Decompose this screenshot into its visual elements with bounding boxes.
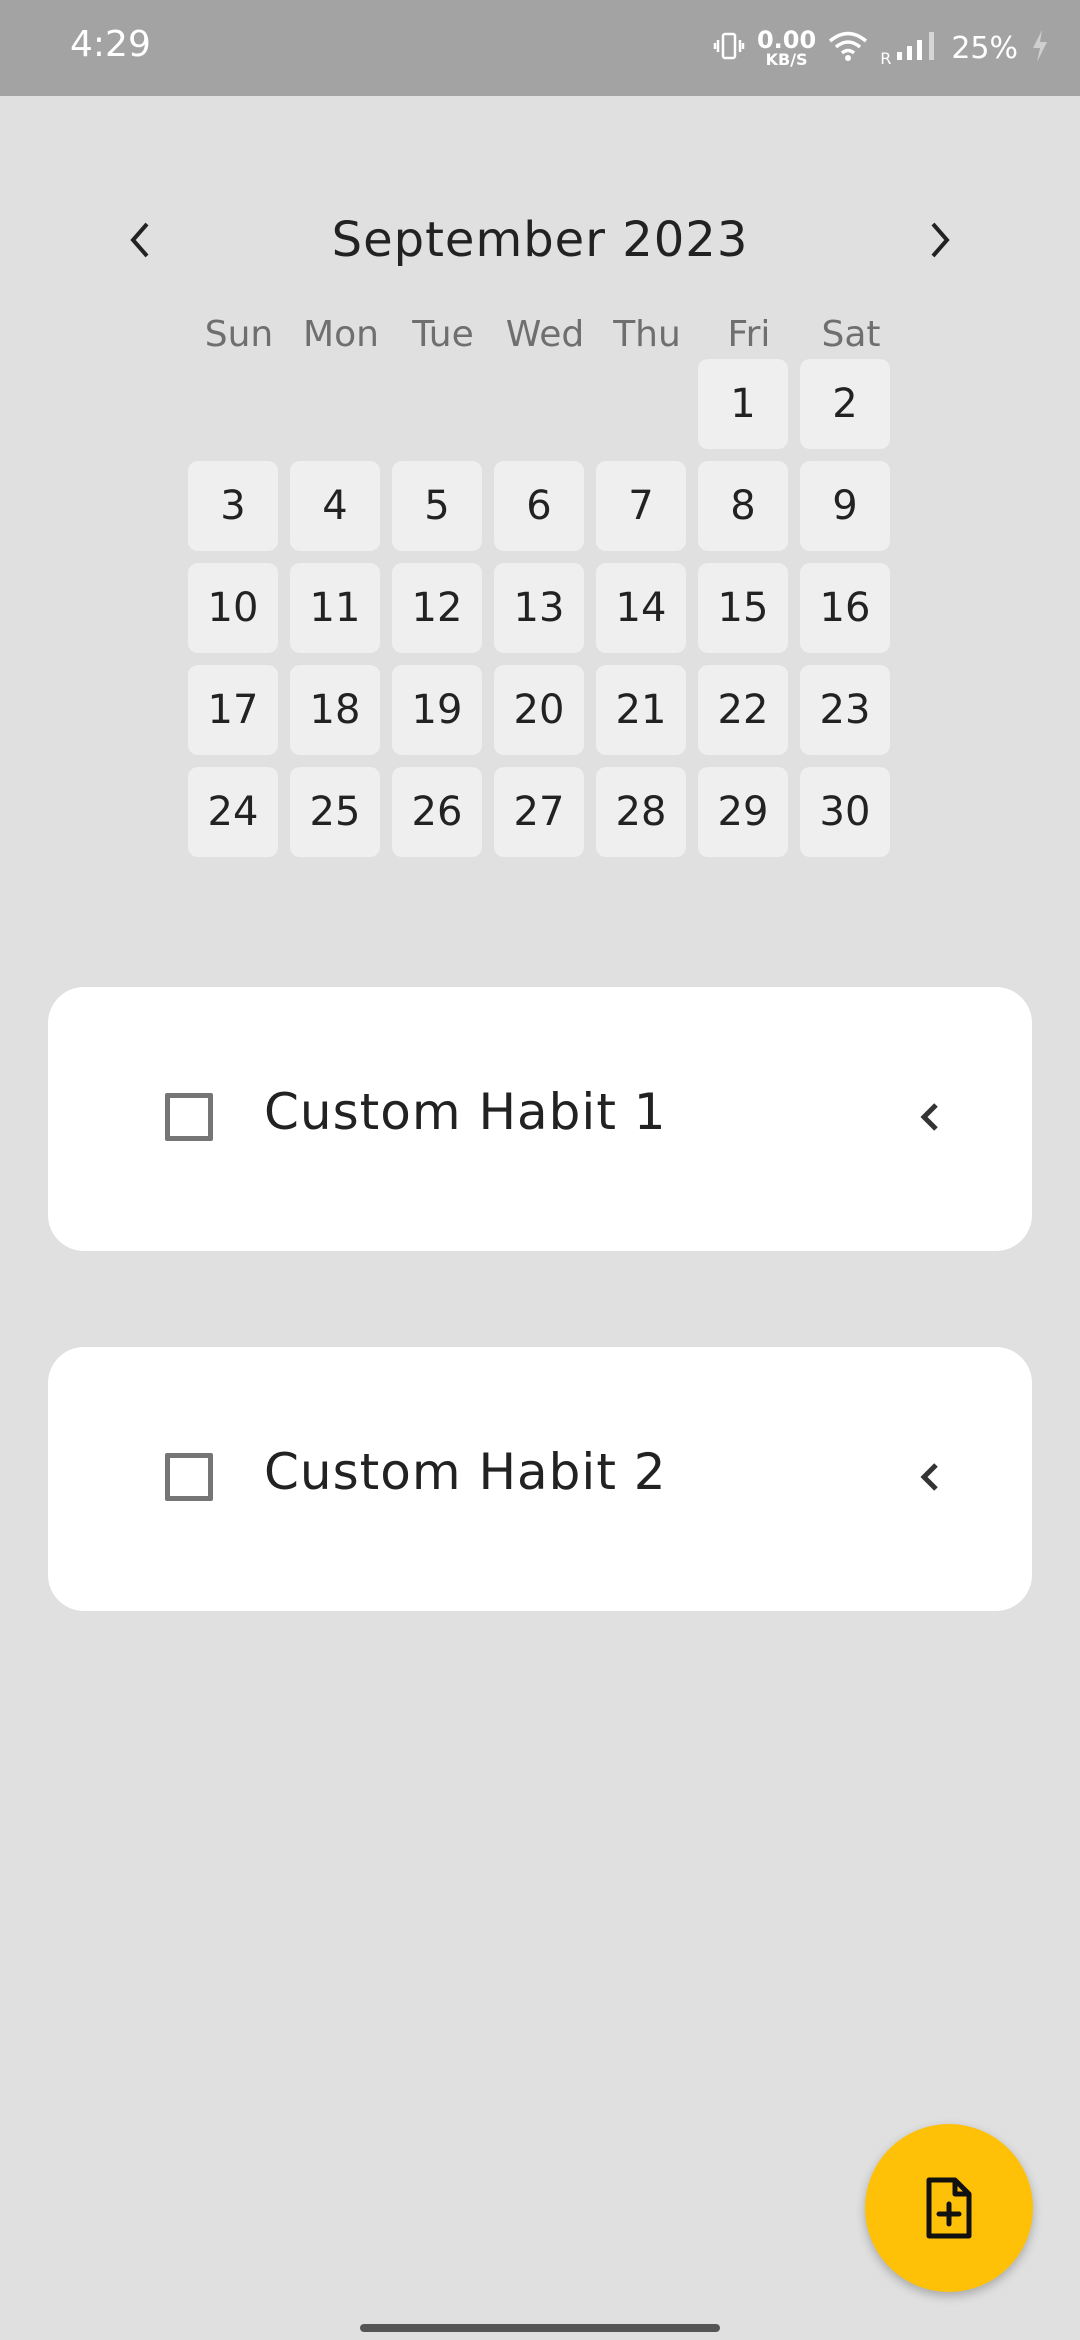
weekday-label: Thu [613,314,681,355]
day-cell[interactable]: 19 [392,665,482,755]
weekday-label: Tue [412,314,474,355]
weekday-label: Sun [204,314,274,355]
charging-icon [1030,28,1050,68]
gesture-navigation-bar[interactable] [360,2324,720,2332]
day-cell[interactable]: 18 [290,665,380,755]
day-cell[interactable]: 30 [800,767,890,857]
chevron-left-icon [920,1463,938,1491]
battery-percentage: 25% [951,30,1018,66]
day-cell[interactable]: 23 [800,665,890,755]
weekday-label: Mon [303,314,379,355]
network-speed: 0.00 KB/S [757,28,816,68]
empty-day-cell [290,359,380,449]
day-cell[interactable]: 26 [392,767,482,857]
weekday-label: Sat [821,314,881,355]
habit-checkbox[interactable] [165,1453,213,1501]
day-cell[interactable]: 14 [596,563,686,653]
day-cell[interactable]: 7 [596,461,686,551]
day-cell[interactable]: 24 [188,767,278,857]
day-cell[interactable]: 4 [290,461,380,551]
day-cell[interactable]: 28 [596,767,686,857]
weekday-label: Fri [727,314,771,355]
day-cell[interactable]: 2 [800,359,890,449]
signal-icon [895,30,939,66]
network-speed-value: 0.00 [756,26,817,54]
day-cell[interactable]: 21 [596,665,686,755]
status-icons: 0.00 KB/S R 25% [713,20,1050,76]
day-cell[interactable]: 25 [290,767,380,857]
day-cell[interactable]: 1 [698,359,788,449]
day-cell[interactable]: 12 [392,563,482,653]
habit-card[interactable]: Custom Habit 1 [48,987,1032,1251]
habit-label: Custom Habit 1 [264,1083,667,1141]
day-cell[interactable]: 17 [188,665,278,755]
calendar-days-grid: 1 2 3 4 5 6 7 8 9 10 11 12 13 14 15 16 1… [188,359,890,857]
day-cell[interactable]: 5 [392,461,482,551]
empty-day-cell [494,359,584,449]
day-cell[interactable]: 13 [494,563,584,653]
day-cell[interactable]: 6 [494,461,584,551]
weekday-row: Sun Mon Tue Wed Thu Fri Sat [188,305,892,365]
chevron-left-icon [920,1103,938,1131]
day-cell[interactable]: 8 [698,461,788,551]
expand-button[interactable] [900,1447,960,1507]
roaming-indicator: R [880,49,892,68]
chevron-right-icon [931,222,950,258]
wifi-icon [828,30,868,66]
day-cell[interactable]: 15 [698,563,788,653]
empty-day-cell [392,359,482,449]
weekday-label: Wed [505,314,585,355]
add-habit-fab[interactable] [865,2124,1033,2292]
status-time: 4:29 [70,24,151,65]
day-cell[interactable]: 29 [698,767,788,857]
file-plus-icon [926,2177,972,2239]
day-cell[interactable]: 20 [494,665,584,755]
day-cell[interactable]: 27 [494,767,584,857]
expand-button[interactable] [900,1087,960,1147]
next-month-button[interactable] [910,210,970,270]
day-cell[interactable]: 9 [800,461,890,551]
habit-checkbox[interactable] [165,1093,213,1141]
day-cell[interactable]: 16 [800,563,890,653]
network-speed-unit: KB/S [765,50,808,69]
empty-day-cell [596,359,686,449]
day-cell[interactable]: 10 [188,563,278,653]
empty-day-cell [188,359,278,449]
day-cell[interactable]: 22 [698,665,788,755]
calendar-header: September 2023 [110,200,970,280]
habit-card[interactable]: Custom Habit 2 [48,1347,1032,1611]
day-cell[interactable]: 3 [188,461,278,551]
day-cell[interactable]: 11 [290,563,380,653]
habit-label: Custom Habit 2 [264,1443,667,1501]
vibrate-icon [713,30,745,66]
status-bar: 4:29 0.00 KB/S R 25% [0,0,1080,96]
month-title: September 2023 [331,212,749,268]
